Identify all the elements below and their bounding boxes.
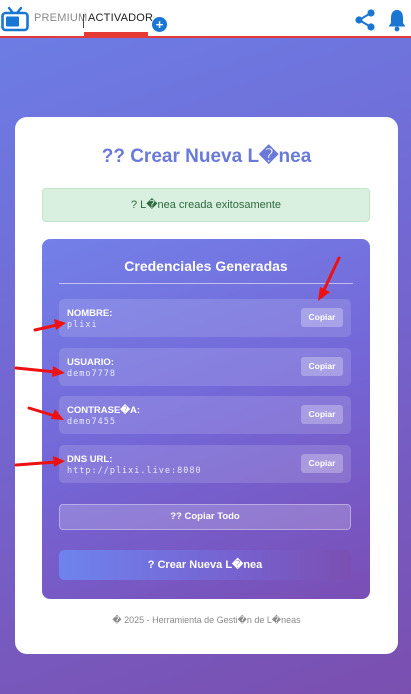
credential-row-nombre: NOMBRE: plixi Copiar [59,299,351,337]
annotation-arrow-icon [14,366,65,377]
footer-text: � 2025 - Herramienta de Gesti�n de L�nea… [112,615,301,625]
active-tab-indicator [84,32,148,36]
tab-activador[interactable]: ACTIVADOR [88,12,153,24]
bell-icon[interactable] [387,8,407,32]
credential-value: http://plixi.live:8080 [67,466,202,476]
tv-icon[interactable] [1,6,29,32]
annotation-arrow-icon [27,406,64,420]
tab-divider [83,14,84,28]
panel-divider [59,283,353,284]
create-new-line-button[interactable]: ? Crear Nueva L�nea [59,550,351,580]
copy-nombre-button[interactable]: Copiar [301,308,343,327]
tab-premium[interactable]: PREMIUM [34,12,87,24]
copy-contrasena-button[interactable]: Copiar [301,405,343,424]
add-tab-button[interactable]: + [152,17,167,32]
copy-usuario-button[interactable]: Copiar [301,357,343,376]
annotation-arrow-icon [33,319,66,332]
credential-label: CONTRASE�A: [67,405,141,416]
credential-value: plixi [67,320,98,330]
credential-label: NOMBRE: [67,308,113,319]
credential-label: DNS URL: [67,454,113,465]
copy-all-button[interactable]: ?? Copiar Todo [59,504,351,530]
credential-row-usuario: USUARIO: demo7778 Copiar [59,348,351,386]
create-line-card: ?? Crear Nueva L�nea ? L�nea creada exit… [15,117,398,654]
copy-dns-url-button[interactable]: Copiar [301,454,343,473]
annotation-arrow-icon [14,456,65,467]
annotation-arrow-icon [318,256,341,301]
share-icon[interactable] [353,8,377,32]
top-app-bar: PREMIUM ACTIVADOR + [0,0,411,38]
credential-value: demo7455 [67,417,116,427]
credential-label: USUARIO: [67,357,114,368]
success-alert: ? L�nea creada exitosamente [42,188,370,222]
credential-row-contrasena: CONTRASE�A: demo7455 Copiar [59,396,351,434]
credential-value: demo7778 [67,369,116,379]
page-title: ?? Crear Nueva L�nea [101,146,312,167]
credential-row-dns-url: DNS URL: http://plixi.live:8080 Copiar [59,445,351,483]
